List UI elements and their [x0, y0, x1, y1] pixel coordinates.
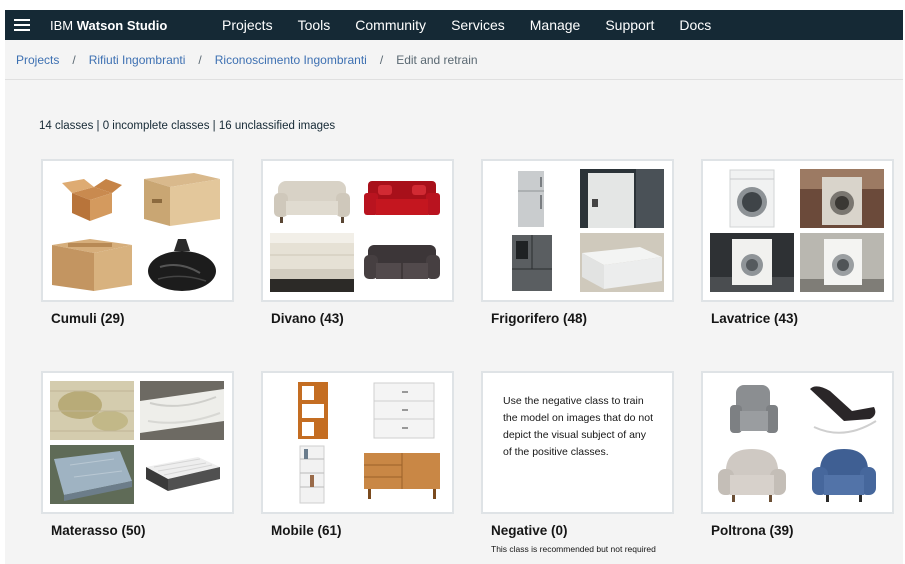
nav-item-tools[interactable]: Tools: [298, 17, 331, 33]
french-door-fridge-image: [490, 233, 574, 292]
breadcrumb-model[interactable]: Riconoscimento Ingombranti: [215, 53, 367, 67]
class-card-divano[interactable]: Divano (43): [261, 159, 481, 326]
beige-loveseat-image: [270, 169, 354, 228]
class-card-mobile[interactable]: Mobile (61): [261, 371, 481, 538]
white-bookcase-image: [270, 445, 354, 504]
class-card-lavatrice[interactable]: Lavatrice (43): [701, 159, 903, 326]
negative-class-note: This class is recommended but not requir…: [491, 544, 656, 554]
class-thumbnail-grid[interactable]: [261, 371, 454, 514]
app-frame: IBM Watson Studio Projects Tools Communi…: [5, 10, 903, 564]
class-card-materasso[interactable]: Materasso (50): [41, 371, 261, 538]
breadcrumb: Projects / Rifiuti Ingombranti / Riconos…: [5, 40, 903, 80]
breadcrumb-separator: /: [379, 52, 384, 67]
rolled-mattress-image: [270, 233, 354, 292]
nav-item-services[interactable]: Services: [451, 17, 505, 33]
brand-prefix: IBM: [50, 17, 74, 33]
gray-recliner-image: [710, 381, 794, 440]
black-rocking-chair-image: [800, 381, 884, 440]
class-thumbnail-grid[interactable]: [41, 159, 234, 302]
brand-name: Watson Studio: [76, 17, 168, 33]
open-cardboard-box-image: [50, 169, 134, 228]
closed-cardboard-box-image: [140, 169, 224, 228]
spring-mattress-image: [140, 445, 224, 504]
class-card-poltrona[interactable]: Poltrona (39): [701, 371, 903, 538]
washer-at-wall-image: [800, 233, 884, 292]
negative-class-description: Use the negative class to train the mode…: [503, 395, 654, 458]
class-label[interactable]: Lavatrice (43): [711, 311, 903, 326]
nav-item-support[interactable]: Support: [605, 17, 654, 33]
top-navigation-bar: IBM Watson Studio Projects Tools Communi…: [5, 10, 903, 40]
wrapped-mattress-image: [140, 381, 224, 440]
class-label[interactable]: Poltrona (39): [711, 523, 903, 538]
white-fridge-photo-image: [580, 169, 664, 228]
taped-cardboard-box-image: [50, 233, 134, 292]
nav-menu: Projects Tools Community Services Manage…: [222, 10, 711, 40]
nav-item-manage[interactable]: Manage: [530, 17, 581, 33]
dark-gray-sofa-image: [360, 233, 444, 292]
class-label[interactable]: Negative (0): [491, 523, 701, 538]
class-label[interactable]: Materasso (50): [51, 523, 261, 538]
class-thumbnail-grid[interactable]: [701, 371, 894, 514]
negative-class-tile[interactable]: Use the negative class to train the mode…: [481, 371, 674, 514]
nav-item-projects[interactable]: Projects: [222, 17, 273, 33]
wooden-bookshelf-image: [270, 381, 354, 440]
black-trash-bag-image: [140, 233, 224, 292]
beige-armchair-image: [710, 445, 794, 504]
nav-item-community[interactable]: Community: [355, 17, 426, 33]
class-card-cumuli[interactable]: Cumuli (29): [41, 159, 261, 326]
class-label[interactable]: Cumuli (29): [51, 311, 261, 326]
steel-refrigerator-image: [490, 169, 574, 228]
classes-summary: 14 classes | 0 incomplete classes | 16 u…: [39, 120, 336, 132]
wooden-sideboard-image: [360, 445, 444, 504]
washing-machine-image: [710, 169, 794, 228]
nav-item-docs[interactable]: Docs: [679, 17, 711, 33]
white-dresser-image: [360, 381, 444, 440]
mattress-on-ground-image: [50, 445, 134, 504]
class-thumbnail-grid[interactable]: [481, 159, 674, 302]
class-card-frigorifero[interactable]: Frigorifero (48): [481, 159, 701, 326]
class-label[interactable]: Divano (43): [271, 311, 481, 326]
class-thumbnail-grid[interactable]: [261, 159, 454, 302]
breadcrumb-projects[interactable]: Projects: [16, 53, 59, 67]
breadcrumb-separator: /: [198, 52, 202, 67]
red-sofa-image: [360, 169, 444, 228]
hamburger-menu-icon[interactable]: [7, 10, 37, 40]
breadcrumb-project[interactable]: Rifiuti Ingombranti: [89, 53, 186, 67]
washer-on-street-image: [710, 233, 794, 292]
breadcrumb-current: Edit and retrain: [396, 52, 478, 67]
class-thumbnail-grid[interactable]: [41, 371, 234, 514]
class-card-negative[interactable]: Use the negative class to train the mode…: [481, 371, 701, 555]
white-chest-freezer-image: [580, 233, 664, 292]
class-label[interactable]: Mobile (61): [271, 523, 481, 538]
class-thumbnail-grid[interactable]: [701, 159, 894, 302]
brand-logo[interactable]: IBM Watson Studio: [50, 18, 167, 33]
stained-mattress-image: [50, 381, 134, 440]
old-washing-machine-image: [800, 169, 884, 228]
blue-armchair-image: [800, 445, 884, 504]
breadcrumb-separator: /: [72, 52, 76, 67]
class-label[interactable]: Frigorifero (48): [491, 311, 701, 326]
